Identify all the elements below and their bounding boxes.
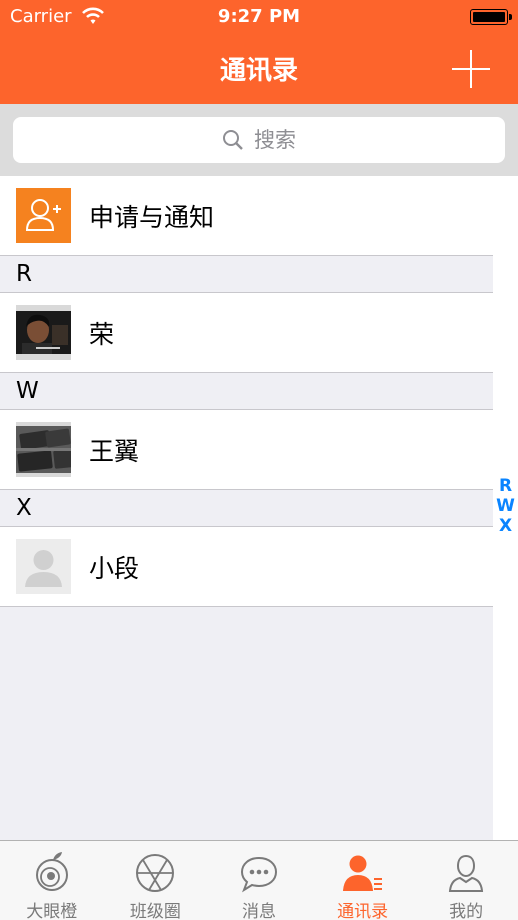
tab-dayancheng[interactable]: 大眼橙 (0, 841, 104, 920)
index-letter-x[interactable]: X (493, 516, 518, 536)
tab-label: 消息 (241, 902, 276, 920)
search-input[interactable]: 搜索 (13, 117, 505, 163)
section-header-w: W (0, 373, 493, 410)
contact-list: 申请与通知 R 荣 W 王翼 X 小段 (0, 176, 493, 607)
contact-row[interactable]: 王翼 (0, 410, 493, 490)
add-contact-button[interactable] (452, 50, 490, 88)
tab-me[interactable]: 我的 (414, 841, 518, 920)
contact-row[interactable]: 荣 (0, 293, 493, 373)
search-icon (223, 130, 243, 150)
tab-messages[interactable]: 消息 (207, 841, 311, 920)
notification-label: 申请与通知 (89, 202, 215, 232)
search-placeholder: 搜索 (254, 128, 296, 152)
default-avatar-icon (16, 539, 71, 594)
notification-row[interactable]: 申请与通知 (0, 176, 493, 256)
section-header-r: R (0, 256, 493, 293)
contact-name: 王翼 (89, 436, 140, 466)
section-index[interactable]: R W X (493, 476, 518, 536)
tab-bar: 大眼橙 班级圈 消息 通讯录 我的 (0, 840, 518, 920)
contacts-icon (342, 855, 382, 891)
tab-label: 通讯录 (337, 902, 389, 920)
page-title: 通讯录 (219, 56, 298, 86)
avatar (16, 305, 71, 360)
chat-bubble-icon (240, 856, 277, 893)
aperture-icon (136, 854, 175, 892)
section-header-x: X (0, 490, 493, 527)
contact-row[interactable]: 小段 (0, 527, 493, 607)
battery-icon (470, 9, 512, 25)
status-bar: Carrier 9:27 PM (0, 0, 518, 34)
avatar (16, 422, 71, 477)
person-icon (449, 854, 484, 892)
nav-bar: Carrier 9:27 PM 通讯录 (0, 0, 518, 104)
add-friend-icon (16, 188, 71, 243)
tab-label: 大眼橙 (26, 902, 78, 920)
tab-label: 班级圈 (129, 902, 181, 920)
clock: 9:27 PM (217, 6, 301, 27)
tab-label: 我的 (449, 902, 484, 920)
search-bar: 搜索 (0, 104, 518, 176)
tab-class-circle[interactable]: 班级圈 (104, 841, 208, 920)
index-letter-r[interactable]: R (493, 476, 518, 496)
orange-icon (35, 852, 68, 891)
contact-name: 荣 (89, 319, 115, 349)
index-letter-w[interactable]: W (493, 496, 518, 516)
tab-contacts[interactable]: 通讯录 (311, 841, 415, 920)
contact-name: 小段 (89, 553, 140, 583)
